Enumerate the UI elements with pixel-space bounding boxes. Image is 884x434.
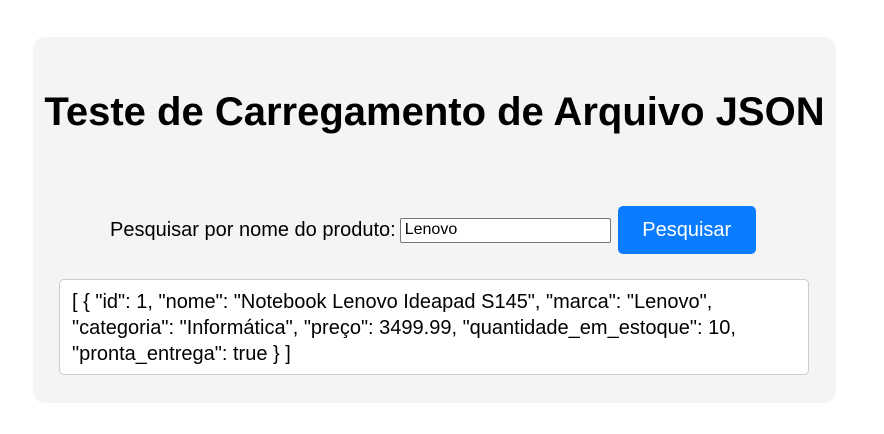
search-button[interactable]: Pesquisar [617,206,756,254]
page-title: Teste de Carregamento de Arquivo JSON [44,90,825,134]
search-input[interactable] [399,217,611,243]
json-result-output: [ { "id": 1, "nome": "Notebook Lenovo Id… [59,279,809,375]
search-label: Pesquisar por nome do produto: [110,218,396,241]
search-row: Pesquisar por nome do produto: Pesquisar [110,206,756,254]
main-card: Teste de Carregamento de Arquivo JSON Pe… [33,37,836,403]
